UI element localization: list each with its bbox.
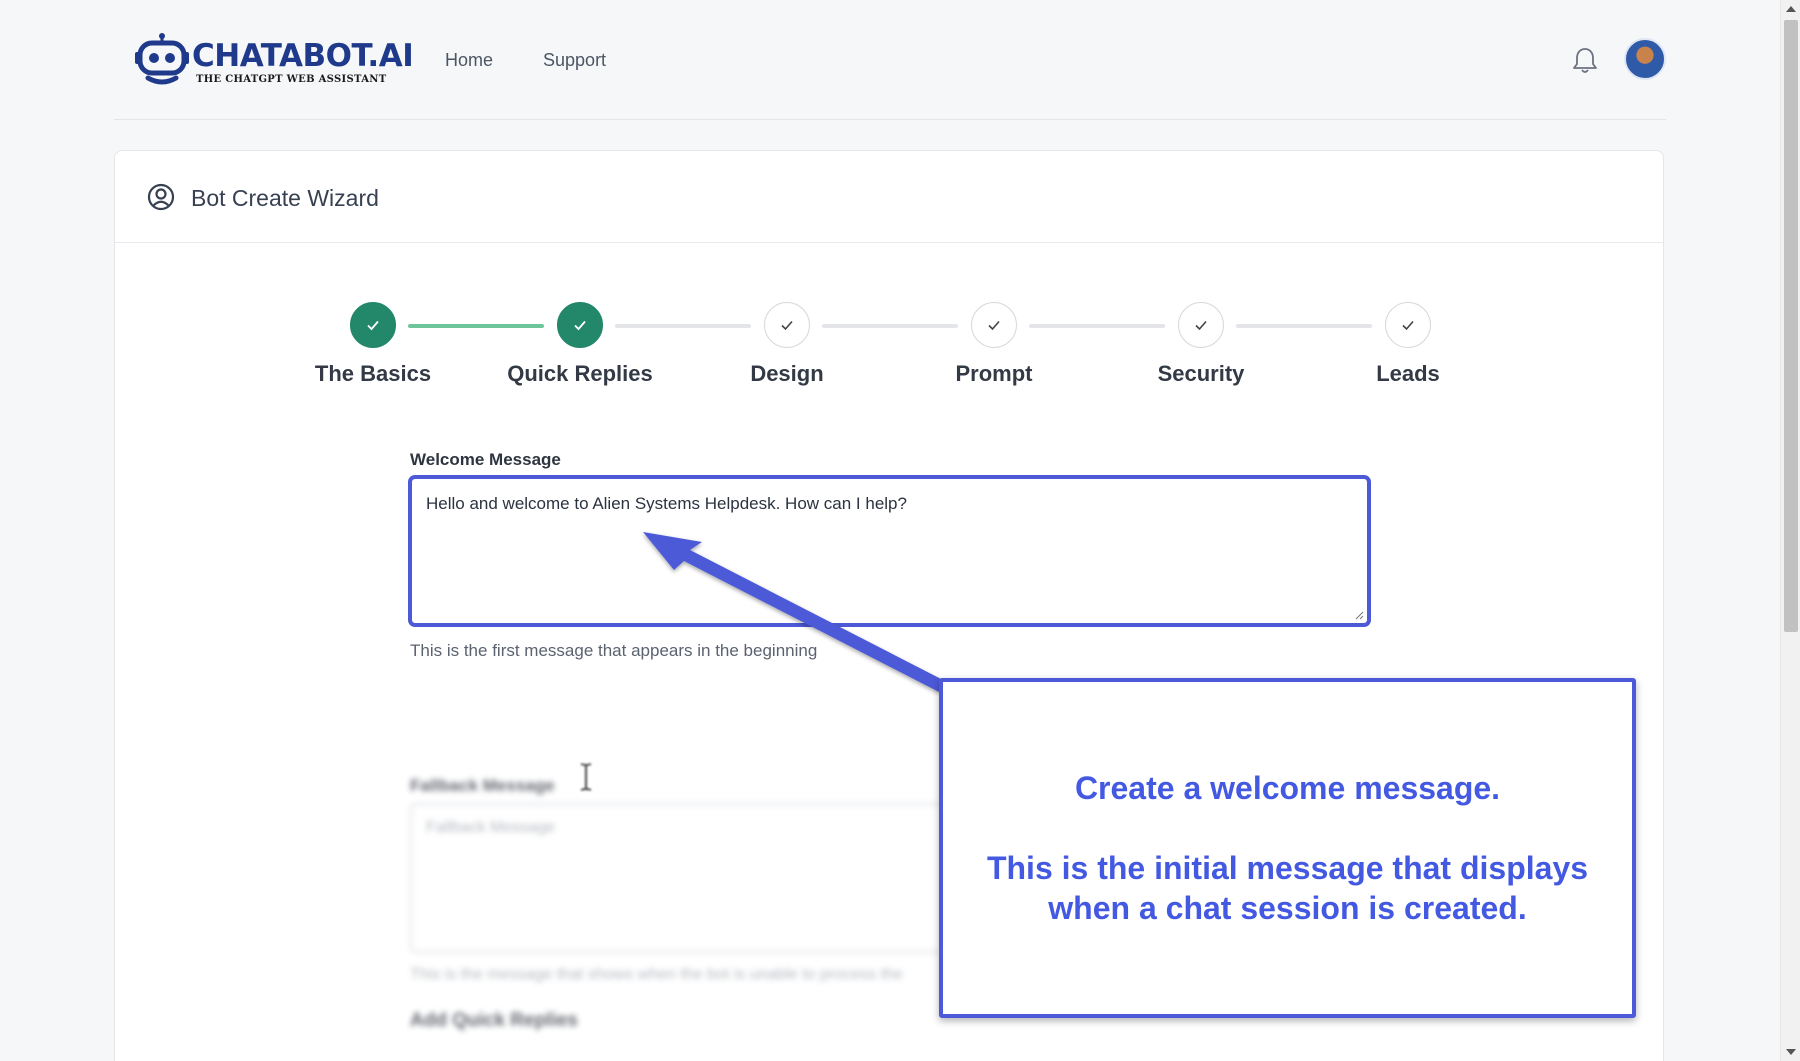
nav-home-link[interactable]: Home xyxy=(445,50,493,71)
step-prompt-indicator[interactable] xyxy=(971,302,1017,348)
user-circle-icon xyxy=(147,183,175,211)
step-the-basics-indicator[interactable] xyxy=(350,302,396,348)
card-header: Bot Create Wizard xyxy=(115,151,1663,243)
step-connector xyxy=(1236,324,1372,328)
nav-support-link[interactable]: Support xyxy=(543,50,606,71)
top-navbar: CHATABOT.AI THE CHATGPT WEB ASSISTANT Ho… xyxy=(114,0,1666,120)
check-icon xyxy=(1195,320,1207,331)
step-label-leads[interactable]: Leads xyxy=(1308,361,1508,387)
fallback-message-help: This is the message that shows when the … xyxy=(410,966,903,983)
step-security-indicator[interactable] xyxy=(1178,302,1224,348)
step-quick-replies-indicator[interactable] xyxy=(557,302,603,348)
check-icon xyxy=(1402,320,1414,331)
step-connector xyxy=(822,324,958,328)
step-connector xyxy=(408,324,544,328)
fallback-message-label: Fallback Message xyxy=(410,776,555,795)
scroll-up-arrow-icon[interactable] xyxy=(1786,6,1796,12)
logo-wordmark: CHATABOT.AI xyxy=(192,38,414,74)
tutorial-callout: Create a welcome message. This is the in… xyxy=(939,678,1636,1018)
callout-line-1: Create a welcome message. xyxy=(1074,770,1501,806)
step-connector xyxy=(615,324,751,328)
scroll-down-arrow-icon[interactable] xyxy=(1786,1049,1796,1055)
robot-logo-icon xyxy=(135,33,189,85)
resize-grip-icon[interactable] xyxy=(1354,610,1364,620)
page-scrollbar[interactable] xyxy=(1780,0,1800,1061)
step-leads-indicator[interactable] xyxy=(1385,302,1431,348)
step-label-prompt[interactable]: Prompt xyxy=(894,361,1094,387)
notification-bell-icon[interactable] xyxy=(1572,46,1598,74)
scroll-thumb[interactable] xyxy=(1784,20,1798,632)
check-icon xyxy=(988,320,1000,331)
logo-tagline: THE CHATGPT WEB ASSISTANT xyxy=(196,74,387,85)
text-cursor-icon xyxy=(580,763,592,791)
welcome-message-textarea[interactable]: Hello and welcome to Alien Systems Helpd… xyxy=(408,475,1371,627)
step-label-the-basics[interactable]: The Basics xyxy=(273,361,473,387)
chatabot-logo[interactable]: CHATABOT.AI THE CHATGPT WEB ASSISTANT xyxy=(134,30,414,90)
step-label-quick-replies[interactable]: Quick Replies xyxy=(480,361,680,387)
card-title: Bot Create Wizard xyxy=(191,185,379,211)
step-design-indicator[interactable] xyxy=(764,302,810,348)
step-connector xyxy=(1029,324,1165,328)
welcome-message-label: Welcome Message xyxy=(410,450,561,469)
step-label-design[interactable]: Design xyxy=(687,361,887,387)
welcome-message-value: Hello and welcome to Alien Systems Helpd… xyxy=(426,494,907,513)
add-quick-replies-label: Add Quick Replies xyxy=(410,1010,578,1031)
check-icon xyxy=(574,320,586,331)
main-nav: Home Support xyxy=(445,50,606,71)
step-label-security[interactable]: Security xyxy=(1101,361,1301,387)
check-icon xyxy=(367,320,379,331)
callout-line-2: This is the initial message that display… xyxy=(986,850,1589,926)
user-avatar[interactable] xyxy=(1624,38,1666,80)
welcome-message-help: This is the first message that appears i… xyxy=(410,641,818,660)
check-icon xyxy=(781,320,793,331)
